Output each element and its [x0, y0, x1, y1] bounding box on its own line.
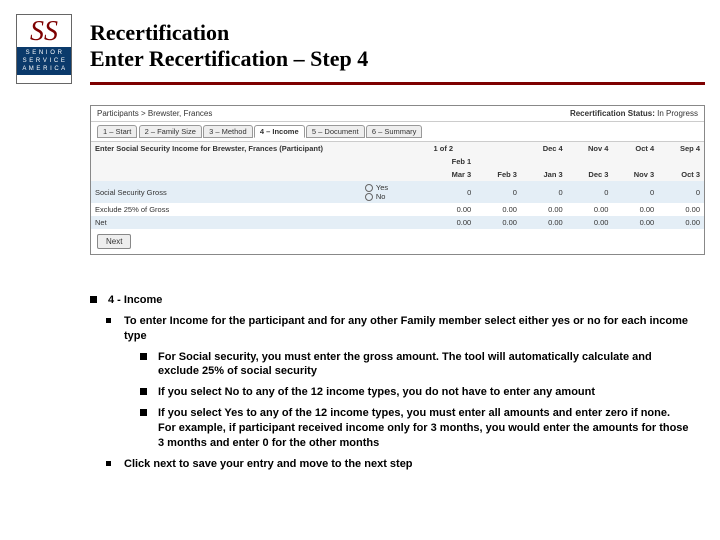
row-ss-gross: Social Security Gross [91, 181, 361, 203]
instruction-notes: 4 - Income To enter Income for the parti… [90, 293, 690, 477]
tab-income[interactable]: 4 – Income [254, 125, 305, 138]
recert-status: Recertification Status: In Progress [570, 109, 698, 118]
note-next: Click next to save your entry and move t… [106, 457, 690, 472]
logo-text: S E N I O R S E R V I C E A M E R I C A [17, 47, 71, 75]
bullet-icon [106, 461, 111, 466]
title-rule [90, 82, 705, 85]
tab-start[interactable]: 1 – Start [97, 125, 137, 138]
income-prompt: Enter Social Security Income for Brewste… [91, 142, 361, 155]
bullet-icon [140, 388, 147, 395]
tab-summary[interactable]: 6 – Summary [366, 125, 423, 138]
tab-method[interactable]: 3 – Method [203, 125, 253, 138]
row-net: Net [91, 216, 361, 229]
note-no: If you select No to any of the 12 income… [140, 385, 690, 400]
logo-mark: SS [17, 17, 71, 47]
wizard-tabs: 1 – Start 2 – Family Size 3 – Method 4 –… [91, 122, 704, 142]
breadcrumb: Participants > Brewster, Frances [97, 109, 212, 118]
title-line1: Recertification [90, 20, 368, 46]
yes-no-group: Yes No [361, 181, 430, 203]
radio-no[interactable] [365, 193, 373, 201]
page-of: 1 of 2 [430, 142, 476, 155]
note-ss: For Social security, you must enter the … [140, 350, 690, 380]
bullet-icon [140, 409, 147, 416]
tab-family-size[interactable]: 2 – Family Size [139, 125, 202, 138]
row-exclude: Exclude 25% of Gross [91, 203, 361, 216]
bullet-icon [90, 296, 97, 303]
logo: SS S E N I O R S E R V I C E A M E R I C… [16, 14, 72, 84]
note-yes: If you select Yes to any of the 12 incom… [140, 406, 690, 451]
next-button[interactable]: Next [97, 234, 131, 249]
bullet-icon [106, 318, 111, 323]
radio-yes[interactable] [365, 184, 373, 192]
note-intro: To enter Income for the participant and … [106, 314, 690, 344]
slide-title: Recertification Enter Recertification – … [90, 20, 368, 72]
title-line2: Enter Recertification – Step 4 [90, 46, 368, 72]
tab-document[interactable]: 5 – Document [306, 125, 365, 138]
note-heading: 4 - Income [90, 293, 690, 308]
bullet-icon [140, 353, 147, 360]
app-screenshot: Participants > Brewster, Frances Recerti… [90, 105, 705, 255]
